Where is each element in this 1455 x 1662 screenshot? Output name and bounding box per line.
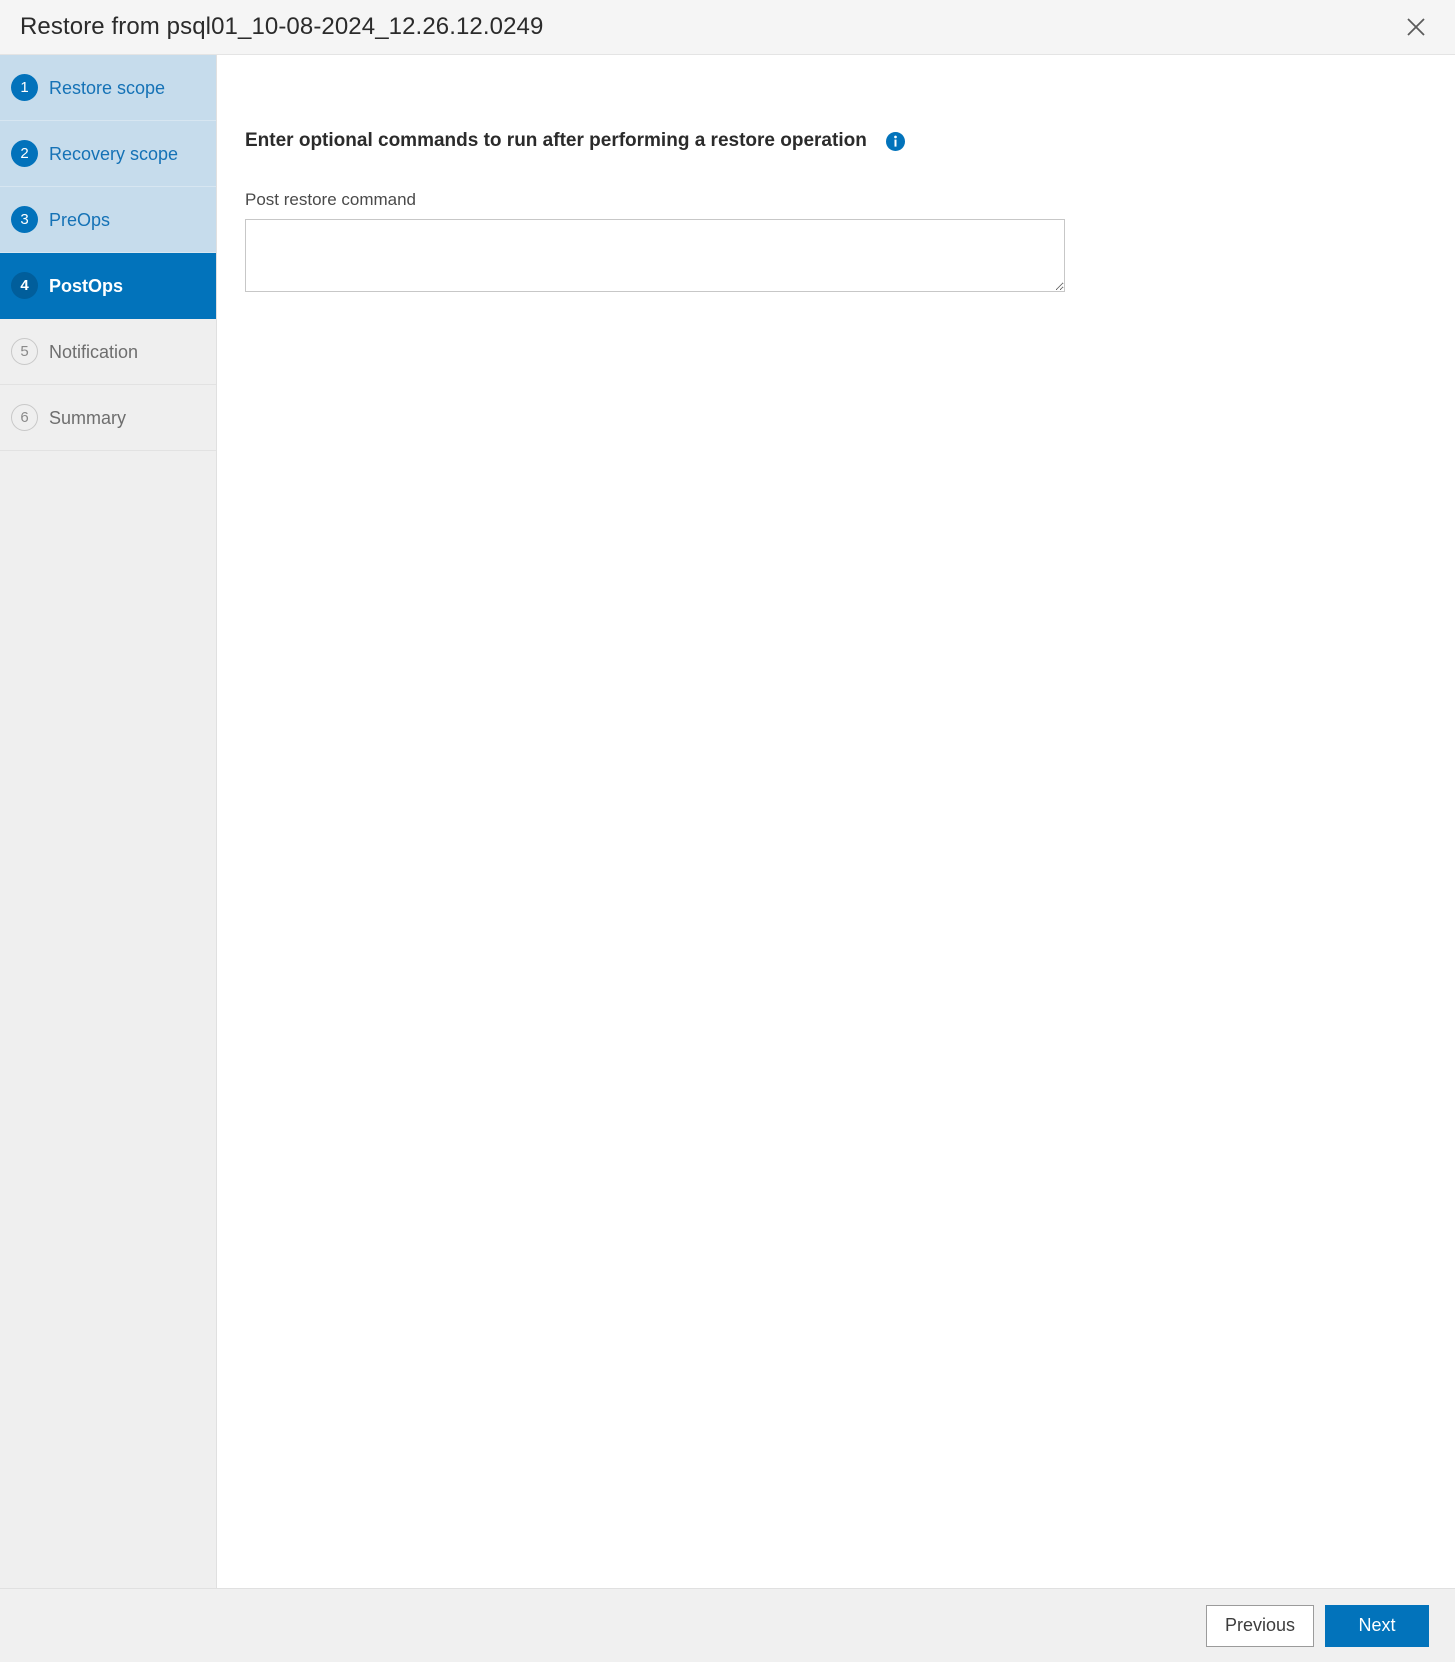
- step-number-badge: 6: [11, 404, 38, 431]
- step-number-badge: 3: [11, 206, 38, 233]
- sidebar-step-notification[interactable]: 5 Notification: [0, 319, 216, 385]
- step-label: Summary: [49, 407, 127, 428]
- sidebar-filler: [0, 451, 216, 1588]
- step-number-badge: 2: [11, 140, 38, 167]
- step-label: Restore scope: [49, 77, 166, 98]
- close-icon[interactable]: [1399, 10, 1433, 44]
- page-title: Enter optional commands to run after per…: [245, 130, 867, 151]
- post-restore-command-input[interactable]: [245, 219, 1065, 292]
- dialog-title: Restore from psql01_10-08-2024_12.26.12.…: [20, 13, 544, 40]
- step-number-badge: 1: [11, 74, 38, 101]
- panel-heading-row: Enter optional commands to run after per…: [245, 130, 1455, 152]
- wizard-step-sidebar: 1 Restore scope 2 Recovery scope 3 PreOp…: [0, 55, 217, 1588]
- previous-button[interactable]: Previous: [1205, 1604, 1314, 1647]
- next-button[interactable]: Next: [1325, 1604, 1429, 1647]
- step-number-badge: 4: [11, 272, 38, 299]
- post-restore-command-label: Post restore command: [245, 190, 417, 209]
- dialog-titlebar: Restore from psql01_10-08-2024_12.26.12.…: [0, 0, 1455, 55]
- sidebar-step-postops[interactable]: 4 PostOps: [0, 253, 216, 319]
- sidebar-step-recovery-scope[interactable]: 2 Recovery scope: [0, 121, 216, 187]
- step-label: PreOps: [49, 209, 111, 230]
- step-label: Recovery scope: [49, 143, 179, 164]
- restore-wizard-dialog: Restore from psql01_10-08-2024_12.26.12.…: [0, 0, 1455, 1662]
- dialog-body: 1 Restore scope 2 Recovery scope 3 PreOp…: [0, 55, 1455, 1588]
- info-icon[interactable]: [885, 131, 905, 151]
- step-label: Notification: [49, 341, 139, 362]
- postops-panel: Enter optional commands to run after per…: [217, 55, 1455, 1588]
- step-label: PostOps: [49, 275, 124, 296]
- sidebar-step-preops[interactable]: 3 PreOps: [0, 187, 216, 253]
- sidebar-step-summary[interactable]: 6 Summary: [0, 385, 216, 451]
- dialog-footer: Previous Next: [0, 1588, 1455, 1662]
- sidebar-step-restore-scope[interactable]: 1 Restore scope: [0, 55, 216, 121]
- step-number-badge: 5: [11, 338, 38, 365]
